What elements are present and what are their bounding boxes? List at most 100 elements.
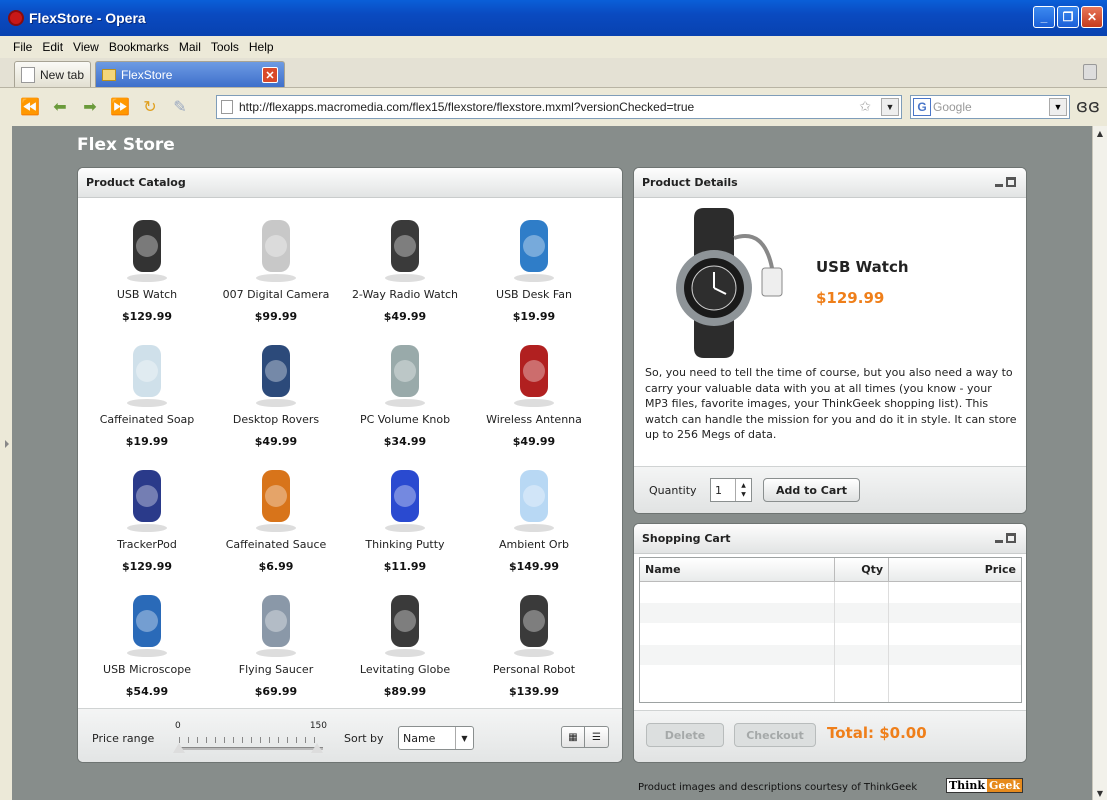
product-name: Caffeinated Sauce [225, 538, 327, 551]
delete-button[interactable]: Delete [646, 723, 724, 747]
minimize-panel-icon[interactable] [995, 184, 1003, 187]
menu-help[interactable]: Help [244, 40, 279, 54]
product-name: Thinking Putty [365, 538, 445, 551]
add-to-cart-button[interactable]: Add to Cart [763, 478, 860, 502]
panel-title: Product Catalog [86, 176, 186, 189]
product-item[interactable]: Caffeinated Sauce $6.99 [211, 454, 341, 579]
address-field[interactable]: http://flexapps.macromedia.com/flex15/fl… [216, 95, 902, 119]
address-url: http://flexapps.macromedia.com/flex15/fl… [239, 100, 695, 114]
slider-track[interactable] [179, 747, 323, 750]
product-name: USB Microscope [103, 663, 191, 676]
column-price[interactable]: Price [889, 558, 1021, 581]
product-price: $99.99 [254, 310, 298, 323]
product-item[interactable]: Ambient Orb $149.99 [469, 454, 599, 579]
back-icon[interactable]: ⬅ [48, 95, 72, 119]
column-name[interactable]: Name [640, 558, 835, 581]
search-dropdown-icon[interactable]: ▼ [1049, 98, 1067, 116]
product-thumbnail [246, 583, 306, 659]
panel-title: Product Details [642, 176, 738, 189]
credit-text: Product images and descriptions courtesy… [638, 782, 918, 793]
menu-bar: File Edit View Bookmarks Mail Tools Help [0, 36, 1107, 58]
tab-flexstore[interactable]: FlexStore ✕ [95, 61, 286, 87]
menu-bookmarks[interactable]: Bookmarks [104, 40, 174, 54]
menu-file[interactable]: File [8, 40, 37, 54]
slider-min-handle[interactable] [173, 743, 185, 753]
product-item[interactable]: Caffeinated Soap $19.99 [82, 329, 212, 454]
scroll-up-icon[interactable]: ▲ [1093, 126, 1107, 140]
panel-title: Shopping Cart [642, 532, 731, 545]
search-field[interactable]: G Google ▼ [910, 95, 1070, 119]
price-range-slider[interactable]: 0 150 [173, 721, 327, 755]
close-tab-icon[interactable]: ✕ [262, 67, 279, 83]
cart-table-header: Name Qty Price [640, 558, 1021, 582]
product-item[interactable]: USB Desk Fan $19.99 [469, 204, 599, 329]
product-item[interactable]: Wireless Antenna $49.99 [469, 329, 599, 454]
product-item[interactable]: 007 Digital Camera $99.99 [211, 204, 341, 329]
search-placeholder: Google [933, 100, 972, 114]
chevron-down-icon: ▼ [455, 727, 473, 749]
product-item[interactable]: Levitating Globe $89.99 [340, 579, 470, 704]
shopping-cart-panel: Shopping Cart Name Qty Price Delete Chec… [633, 523, 1027, 763]
thinkgeek-logo[interactable]: Think Geek [946, 778, 1023, 793]
tab-new[interactable]: New tab [14, 61, 92, 87]
edit-pen-icon[interactable]: ✎ [168, 95, 192, 119]
maximize-panel-icon[interactable] [1006, 177, 1016, 187]
restore-button[interactable]: ❐ [1057, 6, 1079, 28]
menu-tools[interactable]: Tools [206, 40, 244, 54]
close-window-button[interactable]: ✕ [1081, 6, 1103, 28]
quantity-stepper[interactable]: 1 ▲ ▼ [710, 478, 752, 502]
reload-icon[interactable]: ↻ [138, 95, 162, 119]
stepper-arrows-icon[interactable]: ▲ ▼ [735, 479, 751, 501]
product-name: TrackerPod [117, 538, 177, 551]
checkout-button[interactable]: Checkout [734, 723, 816, 747]
product-item[interactable]: 2-Way Radio Watch $49.99 [340, 204, 470, 329]
product-item[interactable]: Personal Robot $139.99 [469, 579, 599, 704]
product-item[interactable]: Flying Saucer $69.99 [211, 579, 341, 704]
sort-select[interactable]: Name ▼ [398, 726, 474, 750]
maximize-panel-icon[interactable] [1006, 533, 1016, 543]
address-dropdown-icon[interactable]: ▼ [881, 98, 899, 116]
panel-header: Product Details [634, 168, 1026, 198]
product-name: USB Watch [816, 258, 909, 276]
slider-max-handle[interactable] [311, 743, 323, 753]
product-item[interactable]: PC Volume Knob $34.99 [340, 329, 470, 454]
google-icon: G [913, 98, 931, 116]
details-footer: Quantity 1 ▲ ▼ Add to Cart [634, 466, 1026, 513]
product-price: $11.99 [383, 560, 427, 573]
slider-max-label: 150 [309, 721, 327, 731]
window-titlebar: FlexStore - Opera _ ❐ ✕ [0, 0, 1107, 36]
menu-view[interactable]: View [68, 40, 104, 54]
list-view-icon[interactable]: ☰ [585, 726, 609, 748]
product-thumbnail [117, 208, 177, 284]
forward-icon[interactable]: ➡ [78, 95, 102, 119]
folder-icon [102, 68, 117, 81]
cart-footer: Delete Checkout Total: $0.00 [634, 710, 1026, 762]
product-price: $69.99 [254, 685, 298, 698]
vertical-scrollbar[interactable]: ▲ ▼ [1092, 126, 1107, 800]
column-qty[interactable]: Qty [835, 558, 889, 581]
product-item[interactable]: Desktop Rovers $49.99 [211, 329, 341, 454]
sort-label: Sort by [344, 732, 384, 745]
product-price: $34.99 [383, 435, 427, 448]
menu-mail[interactable]: Mail [174, 40, 206, 54]
product-item[interactable]: Thinking Putty $11.99 [340, 454, 470, 579]
panel-grip-icon[interactable] [5, 440, 9, 448]
trash-icon[interactable] [1083, 64, 1097, 80]
minimize-panel-icon[interactable] [995, 540, 1003, 543]
slider-ticks [179, 737, 323, 743]
product-price: $129.99 [121, 560, 173, 573]
grid-view-icon[interactable]: ▦ [561, 726, 585, 748]
bookmark-star-icon[interactable]: ✩ [859, 98, 871, 115]
product-item[interactable]: USB Microscope $54.99 [82, 579, 212, 704]
product-item[interactable]: USB Watch $129.99 [82, 204, 212, 329]
product-item[interactable]: TrackerPod $129.99 [82, 454, 212, 579]
scroll-down-icon[interactable]: ▼ [1093, 786, 1107, 800]
quantity-value: 1 [715, 484, 722, 497]
fast-forward-icon[interactable]: ⏩ [108, 95, 132, 119]
rewind-icon[interactable]: ⏪ [18, 95, 42, 119]
minimize-button[interactable]: _ [1033, 6, 1055, 28]
product-price: $6.99 [258, 560, 294, 573]
product-name: 007 Digital Camera [222, 288, 330, 301]
glasses-icon[interactable]: ɞɞ [1076, 96, 1100, 117]
menu-edit[interactable]: Edit [37, 40, 68, 54]
